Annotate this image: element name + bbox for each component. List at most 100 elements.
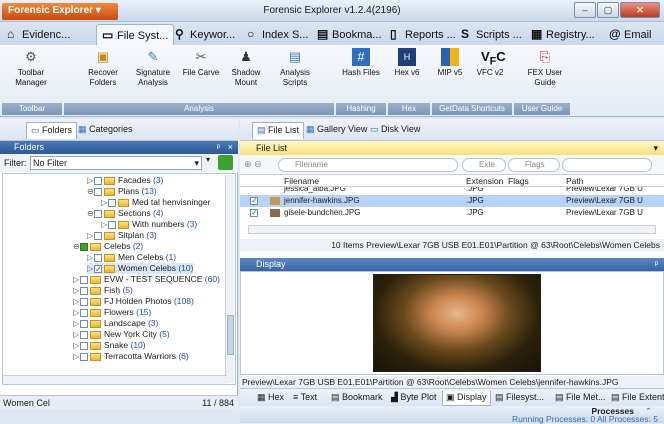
tree-item[interactable]: ▷ Fish (5) bbox=[73, 285, 133, 296]
vfc-v2-button[interactable]: VFC VFC v2 bbox=[472, 48, 508, 100]
checkbox[interactable] bbox=[94, 187, 102, 196]
expand-icon[interactable]: ▷ bbox=[73, 340, 80, 351]
expand-icon[interactable]: ▷ bbox=[87, 230, 94, 241]
tree-item[interactable]: ▷ Landscape (3) bbox=[73, 318, 158, 329]
user-guide-button[interactable]: ⎘ FEX User Guide bbox=[522, 48, 568, 100]
tree-horizontal-scrollbar[interactable] bbox=[3, 375, 227, 384]
maximize-button[interactable]: ▢ bbox=[597, 2, 619, 18]
collapse-icon[interactable]: ⊖ bbox=[73, 241, 80, 252]
tree-item[interactable]: ⊖ Sections (4) bbox=[87, 208, 163, 219]
expand-icon[interactable]: ▷ bbox=[87, 263, 94, 274]
tab-bookmark[interactable]: ▤ Bookmark bbox=[328, 391, 386, 406]
signature-analysis-button[interactable]: ✎ Signature Analysis bbox=[128, 48, 178, 100]
table-row-selected[interactable]: ✓ jennifer-hawkins.JPG .JPG Preview\Lexa… bbox=[240, 195, 664, 207]
tree-item[interactable]: ▷ EVW - TEST SEQUENCE (60) bbox=[73, 274, 220, 285]
expand-icon[interactable]: ▷ bbox=[73, 351, 80, 362]
shadow-mount-button[interactable]: ♟ Shadow Mount bbox=[224, 48, 268, 100]
tab-byte-plot[interactable]: ▟ Byte Plot bbox=[388, 391, 439, 406]
toolbar-manager-button[interactable]: ⚙ Toolbar Manager bbox=[2, 48, 60, 100]
tree-item-selected[interactable]: ▷ ✓ Women Celebs (10) bbox=[87, 263, 194, 274]
expand-icon[interactable]: ▷ bbox=[73, 285, 80, 296]
collapse-icon[interactable]: ⊖ bbox=[87, 186, 94, 197]
checkbox[interactable] bbox=[94, 231, 102, 240]
collapse-icon[interactable]: ⊖ bbox=[87, 208, 94, 219]
tab-categories[interactable]: ▦ Categories bbox=[74, 122, 137, 139]
tab-filesystem[interactable]: ▤ Filesyst... bbox=[492, 391, 547, 406]
checkbox[interactable] bbox=[80, 330, 88, 339]
expand-icon[interactable]: ▷ bbox=[87, 252, 94, 263]
tree-item[interactable]: ⊖ Plans (13) bbox=[87, 186, 157, 197]
checkbox[interactable] bbox=[94, 176, 102, 185]
filename-search-field[interactable]: Filename bbox=[278, 158, 458, 172]
checkbox[interactable] bbox=[80, 286, 88, 295]
file-list-horizontal-scrollbar[interactable] bbox=[248, 225, 656, 234]
tab-text[interactable]: ≡ Text bbox=[290, 391, 320, 406]
table-row[interactable]: ✓ gisele-bundchen.JPG .JPG Preview\Lexar… bbox=[240, 207, 664, 219]
tab-gallery-view[interactable]: ▦ Gallery View bbox=[302, 122, 371, 139]
tab-file-metadata[interactable]: ▤ File Met... bbox=[552, 391, 609, 406]
chevron-down-icon[interactable]: ▾ bbox=[653, 141, 658, 155]
expand-icon[interactable]: ▷ bbox=[73, 274, 80, 285]
checkbox[interactable] bbox=[94, 253, 102, 262]
tab-index-search[interactable]: ○ Index S... bbox=[242, 24, 313, 45]
filter-dropdown[interactable]: No Filter ▾ bbox=[30, 156, 202, 170]
column-filename[interactable]: Filename bbox=[284, 176, 319, 186]
tree-item[interactable]: ▷ With numbers (3) bbox=[101, 219, 197, 230]
recover-folders-button[interactable]: ▣ Recover Folders bbox=[80, 48, 126, 100]
tab-registry[interactable]: ▦ Registry... bbox=[526, 24, 600, 45]
tab-reports[interactable]: ▯ Reports ... bbox=[385, 24, 461, 45]
row-checkbox[interactable]: ✓ bbox=[250, 209, 258, 217]
tree-item[interactable]: ▷ Snake (10) bbox=[73, 340, 146, 351]
column-path[interactable]: Path bbox=[566, 176, 584, 186]
table-row[interactable]: jessica_alba.JPG .JPG Preview\Lexar 7GB … bbox=[240, 187, 664, 195]
checkbox[interactable] bbox=[80, 275, 88, 284]
close-panel-icon[interactable]: × bbox=[228, 141, 233, 154]
column-extension[interactable]: Extension bbox=[466, 176, 503, 186]
tree-item[interactable]: ▷ Flowers (15) bbox=[73, 307, 151, 318]
search-options-icon[interactable]: ⊕ ⊖ bbox=[244, 159, 262, 170]
tab-folders[interactable]: ▭ Folders bbox=[26, 122, 78, 139]
apply-filter-icon[interactable] bbox=[218, 155, 233, 170]
checkbox[interactable] bbox=[108, 220, 116, 229]
analysis-scripts-button[interactable]: ▤ Analysis Scripts bbox=[270, 48, 320, 100]
pin-icon[interactable]: ᵖ bbox=[217, 141, 220, 154]
tab-bookmarks[interactable]: ▤ Bookma... bbox=[312, 24, 387, 45]
scrollbar-thumb[interactable] bbox=[227, 315, 234, 355]
tree-item[interactable]: ▷ Sitplan (3) bbox=[87, 230, 157, 241]
tab-file-system[interactable]: ▭ File Syst... bbox=[96, 24, 175, 45]
checkbox[interactable] bbox=[108, 198, 116, 207]
tab-display[interactable]: ▣ Display bbox=[442, 391, 491, 406]
file-carve-button[interactable]: ✂ File Carve bbox=[180, 48, 222, 100]
checkbox[interactable] bbox=[80, 352, 88, 361]
tab-file-list[interactable]: ▤ File List bbox=[252, 122, 305, 139]
tree-vertical-scrollbar[interactable] bbox=[225, 175, 234, 383]
minimize-button[interactable]: – bbox=[574, 2, 596, 18]
tab-keyword[interactable]: ⚲ Keywor... bbox=[170, 24, 240, 45]
tree-item[interactable]: ▷ FJ Holden Photos (108) bbox=[73, 296, 194, 307]
row-checkbox[interactable]: ✓ bbox=[250, 197, 258, 205]
hex-v6-button[interactable]: H Hex v6 bbox=[386, 48, 428, 100]
tab-hex[interactable]: ▦ Hex bbox=[254, 391, 287, 406]
checkbox[interactable] bbox=[94, 209, 102, 218]
flags-search-field[interactable]: Flags bbox=[508, 158, 560, 172]
tree-item[interactable]: ▷ Men Celebs (1) bbox=[87, 252, 176, 263]
checkbox[interactable] bbox=[80, 341, 88, 350]
expand-icon[interactable]: ▷ bbox=[73, 307, 80, 318]
pin-icon[interactable]: ᵖ bbox=[655, 258, 658, 271]
tree-item[interactable]: ▷ Terracotta Warriors (6) bbox=[73, 351, 189, 362]
close-button[interactable]: ✕ bbox=[620, 2, 660, 18]
column-flags[interactable]: Flags bbox=[508, 176, 529, 186]
tree-item[interactable]: ▷ Med tal henvisninger bbox=[101, 197, 210, 208]
tab-evidence[interactable]: ⌂ Evidenc... bbox=[2, 24, 75, 45]
expand-icon[interactable]: ▷ bbox=[87, 175, 94, 186]
checkbox[interactable] bbox=[80, 242, 88, 251]
filter-dropdown-arrow-icon[interactable]: ▾ bbox=[206, 155, 218, 170]
checkbox[interactable]: ✓ bbox=[94, 265, 102, 273]
expand-icon[interactable]: ▷ bbox=[101, 197, 108, 208]
checkbox[interactable] bbox=[80, 308, 88, 317]
path-search-field[interactable] bbox=[562, 158, 652, 172]
expand-icon[interactable]: ▷ bbox=[101, 219, 108, 230]
checkbox[interactable] bbox=[80, 297, 88, 306]
expand-icon[interactable]: ▷ bbox=[73, 318, 80, 329]
tab-file-extent[interactable]: ▤ File Extent bbox=[608, 391, 664, 406]
